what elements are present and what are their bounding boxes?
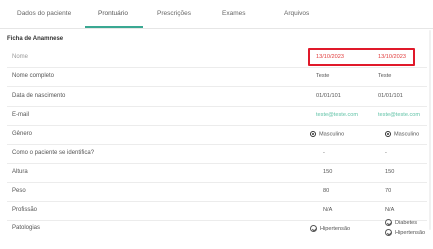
row-label: Peso bbox=[12, 188, 26, 194]
radio-selected-icon bbox=[385, 131, 391, 137]
value-1: Teste bbox=[316, 73, 330, 79]
row-label: Nome completo bbox=[12, 73, 55, 79]
row-altura: Altura 150 150 bbox=[7, 163, 427, 183]
pathology-label: Hipertensão bbox=[395, 229, 426, 236]
value-1: 150 bbox=[323, 169, 333, 175]
value-2: N/A bbox=[385, 207, 395, 213]
tab-prontuario[interactable]: Prontuário bbox=[98, 10, 128, 17]
row-label: Gênero bbox=[12, 131, 33, 137]
active-tab-indicator bbox=[85, 26, 143, 28]
pathology-label: Hipertensão bbox=[320, 225, 351, 232]
value-2: 150 bbox=[385, 169, 395, 175]
row-email: E-mail teste@teste.com teste@teste.com bbox=[7, 106, 427, 126]
gender-label: Masculino bbox=[319, 131, 345, 138]
pathology-value-2a: Diabetes bbox=[385, 219, 417, 226]
row-label: E-mail bbox=[12, 112, 30, 118]
value-1: N/A bbox=[323, 207, 333, 213]
row-genero: Gênero Masculino Masculino bbox=[7, 125, 427, 145]
row-identifica: Como o paciente se identifica? - - bbox=[7, 144, 427, 164]
tab-bar: Dados do paciente Prontuário Prescrições… bbox=[0, 0, 433, 29]
row-label: Patologias bbox=[12, 225, 41, 231]
gender-label: Masculino bbox=[394, 131, 420, 138]
email-value-2[interactable]: teste@teste.com bbox=[378, 112, 420, 118]
section-title: Ficha de Anamnese bbox=[7, 36, 64, 42]
value-1: - bbox=[323, 150, 325, 156]
highlight-box bbox=[308, 48, 415, 66]
row-patologias: Patologias Hipertensão Diabetes Hiperten… bbox=[7, 217, 427, 241]
check-circle-icon bbox=[385, 219, 392, 226]
pathology-label: Diabetes bbox=[395, 219, 418, 226]
tab-dados-do-paciente[interactable]: Dados do paciente bbox=[17, 10, 71, 17]
row-label: Como o paciente se identifica? bbox=[12, 150, 95, 156]
pathology-value-1: Hipertensão bbox=[310, 225, 350, 232]
row-nome-completo: Nome completo Teste Teste bbox=[7, 67, 427, 87]
check-circle-icon bbox=[310, 225, 317, 232]
gender-value-2: Masculino bbox=[385, 131, 419, 137]
row-label: Data de nascimento bbox=[12, 93, 66, 99]
row-label: Nome bbox=[12, 54, 29, 60]
row-data-nascimento: Data de nascimento 01/01/101 01/01/101 bbox=[7, 87, 427, 107]
value-2: 70 bbox=[385, 188, 392, 194]
value-1: 01/01/101 bbox=[316, 93, 341, 99]
value-2: - bbox=[385, 150, 387, 156]
tab-prescricoes[interactable]: Prescrições bbox=[157, 10, 191, 17]
gender-value-1: Masculino bbox=[310, 131, 344, 137]
email-value-1[interactable]: teste@teste.com bbox=[316, 112, 358, 118]
row-label: Altura bbox=[12, 169, 28, 175]
pathology-value-2b: Hipertensão bbox=[385, 229, 425, 236]
radio-selected-icon bbox=[310, 131, 316, 137]
row-peso: Peso 80 70 bbox=[7, 182, 427, 202]
tab-arquivos[interactable]: Arquivos bbox=[284, 10, 309, 17]
scrollbar[interactable] bbox=[429, 30, 431, 230]
value-2: Teste bbox=[378, 73, 392, 79]
check-circle-icon bbox=[385, 229, 392, 236]
row-label: Profissão bbox=[12, 207, 38, 213]
value-2: 01/01/101 bbox=[378, 93, 403, 99]
tab-exames[interactable]: Exames bbox=[222, 10, 245, 17]
value-1: 80 bbox=[323, 188, 330, 194]
